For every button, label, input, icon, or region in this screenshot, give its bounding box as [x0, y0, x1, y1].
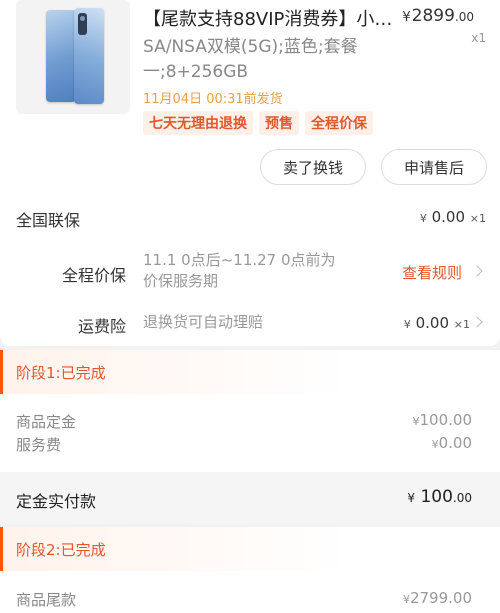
warranty-amount: 0.00	[431, 208, 465, 226]
service-tags: 七天无理由退换 预售 全程价保	[143, 111, 373, 135]
fee-amount: 0.00	[438, 434, 472, 452]
balance-label: 商品尾款	[16, 591, 77, 609]
phone-front-icon	[46, 10, 76, 102]
deposit-paid-label: 定金实付款	[16, 492, 97, 511]
service-fee-label: 服务费	[16, 436, 62, 454]
deposit-label: 商品定金	[16, 413, 77, 431]
freight-insurance-desc: 退换货可自动理赔	[143, 313, 264, 331]
spec-line: SA/NSA双模(5G);蓝色;套餐	[143, 37, 358, 57]
product-price: ¥2899.00	[402, 6, 474, 26]
currency-symbol: ¥	[431, 438, 439, 451]
after-sale-button[interactable]: 申请售后	[381, 149, 487, 185]
chevron-right-icon[interactable]	[471, 265, 483, 277]
order-item-card: 【尾款支持88VIP消费券】小米10 Pro ¥2899.00 x1 SA/NS…	[0, 0, 500, 346]
stage-2-section: 阶段2:已完成 商品尾款 ¥2799.00	[0, 527, 500, 613]
currency-symbol: ¥	[407, 491, 416, 505]
stage-1-title: 阶段1:已完成	[0, 350, 500, 394]
deposit-paid-value: ¥ 100.00	[407, 487, 472, 507]
product-title[interactable]: 【尾款支持88VIP消费券】小米10 Pro	[143, 5, 393, 31]
freight-insurance-label: 运费险	[78, 317, 127, 336]
warranty-value: ¥ 0.00 ×1	[420, 208, 486, 226]
paid-dec: .00	[452, 491, 472, 505]
product-spec: SA/NSA双模(5G);蓝色;套餐 一;8+256GB	[143, 35, 403, 85]
stage-2-title: 阶段2:已完成	[0, 527, 500, 571]
balance-value: ¥2799.00	[403, 589, 472, 607]
warranty-multiplier: ×1	[469, 212, 486, 225]
service-fee-value: ¥0.00	[432, 434, 472, 452]
price-protect-label: 全程价保	[62, 266, 127, 285]
balance-amount: 2799.00	[409, 589, 472, 607]
product-quantity: x1	[471, 31, 486, 45]
deposit-paid-bar: 定金实付款 ¥ 100.00	[0, 472, 500, 524]
product-image[interactable]	[16, 0, 130, 114]
tag-return: 七天无理由退换	[143, 111, 253, 135]
warranty-label: 全国联保	[16, 211, 81, 230]
desc-line: 价保服务期	[143, 272, 219, 290]
deposit-amount: 100.00	[419, 411, 473, 429]
sell-button[interactable]: 卖了换钱	[260, 149, 366, 185]
view-rules-link[interactable]: 查看规则	[402, 262, 462, 283]
freight-insurance-value: ¥ 0.00 ×1	[404, 314, 470, 332]
tag-price-protect: 全程价保	[305, 111, 373, 135]
price-dec: .00	[454, 10, 474, 24]
price-protect-desc: 11.1 0点后~11.27 0点前为 价保服务期	[143, 250, 336, 292]
freight-multiplier: ×1	[453, 318, 470, 331]
tag-presale: 预售	[259, 111, 299, 135]
spec-line: 一;8+256GB	[143, 62, 249, 82]
chevron-right-icon[interactable]	[471, 316, 483, 328]
paid-int: 100	[420, 487, 453, 507]
ship-time: 11月04日 00:31前发货	[143, 92, 283, 107]
currency-symbol: ¥	[403, 318, 411, 331]
freight-amount: 0.00	[415, 314, 449, 332]
price-int: 2899	[411, 6, 455, 26]
currency-symbol: ¥	[412, 415, 420, 428]
deposit-value: ¥100.00	[413, 411, 473, 429]
currency-symbol: ¥	[402, 10, 411, 25]
phone-back-icon	[74, 8, 104, 104]
stage-1-section: 阶段1:已完成 商品定金 ¥100.00 服务费 ¥0.00	[0, 350, 500, 472]
desc-line: 11.1 0点后~11.27 0点前为	[143, 251, 336, 269]
currency-symbol: ¥	[402, 593, 410, 606]
camera-icon	[78, 13, 87, 35]
currency-symbol: ¥	[419, 212, 427, 225]
